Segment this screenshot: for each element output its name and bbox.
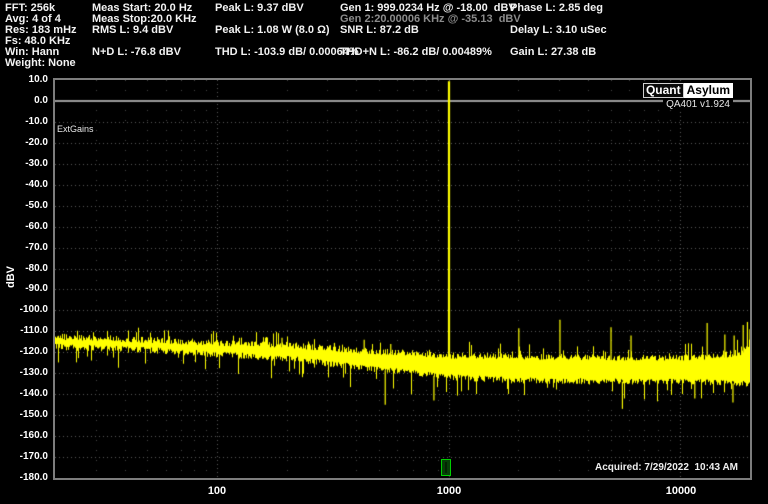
readout-delay: Delay L: 3.10 uSec <box>510 25 607 36</box>
readout-snr: SNR L: 87.2 dB <box>340 25 419 36</box>
y-tick-label: -120.0 <box>0 346 48 358</box>
readout-nd: N+D L: -76.8 dBV <box>92 47 181 58</box>
y-tick-label: -10.0 <box>0 116 48 128</box>
quantasylum-logo: Quant Asylum <box>643 83 733 98</box>
readout-phase: Phase L: 2.85 deg <box>510 3 603 14</box>
y-tick-label: -40.0 <box>0 179 48 191</box>
y-tick-label: -30.0 <box>0 158 48 170</box>
version-label: QA401 v1.924 <box>663 99 733 110</box>
y-tick-label: -140.0 <box>0 388 48 400</box>
y-tick-label: -70.0 <box>0 242 48 254</box>
y-tick-label: -110.0 <box>0 325 48 337</box>
readout-gain: Gain L: 27.38 dB <box>510 47 596 58</box>
readout-rms: RMS L: 9.4 dBV <box>92 25 173 36</box>
gen1-frequency-marker <box>441 459 451 476</box>
y-tick-label: -160.0 <box>0 430 48 442</box>
y-tick-label: -130.0 <box>0 367 48 379</box>
x-tick-100: 100 <box>177 485 257 497</box>
readout-peak-dbv: Peak L: 9.37 dBV <box>215 3 304 14</box>
y-tick-label: -20.0 <box>0 137 48 149</box>
spectrum-canvas[interactable] <box>55 80 750 478</box>
spectrum-plot[interactable] <box>53 78 752 480</box>
y-axis-unit-label: dBV <box>5 262 17 292</box>
acquired-timestamp: Acquired: 7/29/2022 10:43 AM <box>595 462 738 473</box>
x-tick-10000: 10000 <box>641 485 721 497</box>
y-tick-label: 10.0 <box>0 74 48 86</box>
y-tick-label: -180.0 <box>0 472 48 484</box>
y-tick-label: -50.0 <box>0 200 48 212</box>
y-tick-label: -60.0 <box>0 221 48 233</box>
x-tick-1000: 1000 <box>409 485 489 497</box>
readout-peak-watts: Peak L: 1.08 W (8.0 Ω) <box>215 25 330 36</box>
brand-asylum-label: Asylum <box>684 83 733 98</box>
readout-thd: THD L: -103.9 dB/ 0.00064% <box>215 47 359 58</box>
y-tick-label: -170.0 <box>0 451 48 463</box>
readout-thdn: THD+N L: -86.2 dB/ 0.00489% <box>340 47 492 58</box>
y-tick-label: -100.0 <box>0 304 48 316</box>
readout-weight: Weight: None <box>5 58 76 69</box>
extgains-label: ExtGains <box>57 124 94 134</box>
y-tick-label: -150.0 <box>0 409 48 421</box>
y-tick-label: 0.0 <box>0 95 48 107</box>
brand-quant-label: Quant <box>643 83 684 98</box>
